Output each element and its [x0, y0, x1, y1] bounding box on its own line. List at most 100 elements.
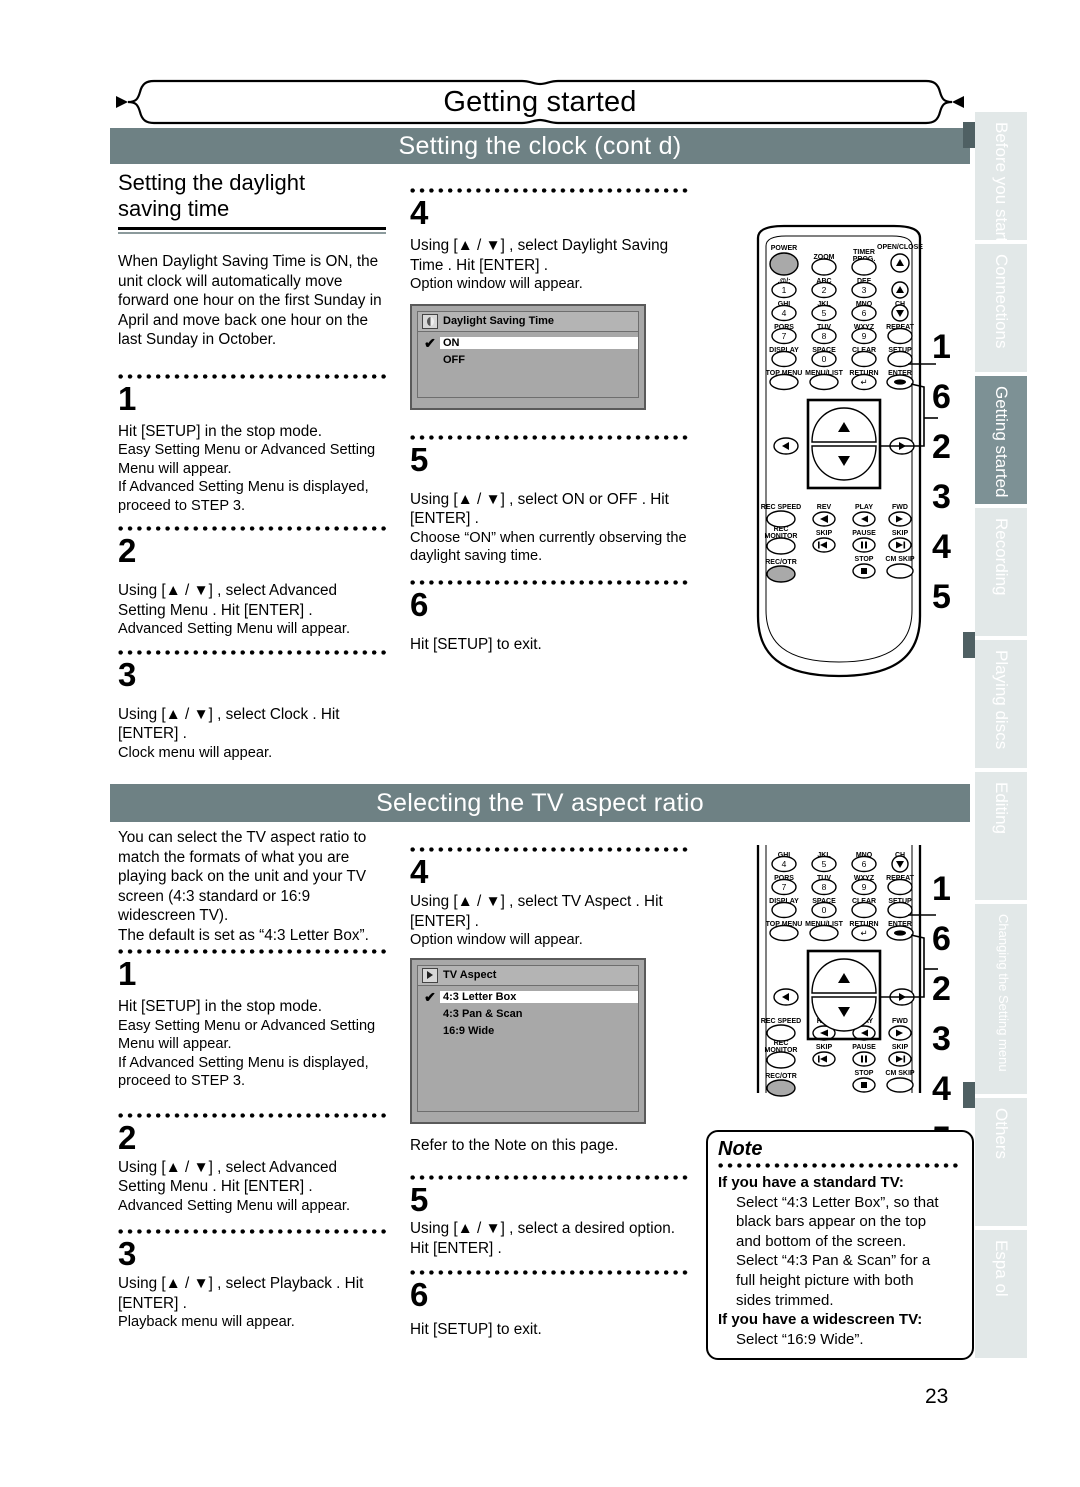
svg-text:6: 6 — [862, 859, 867, 869]
rail-mark — [963, 632, 975, 658]
svg-text:FWD: FWD — [892, 1018, 908, 1025]
svg-text:5: 5 — [822, 308, 827, 318]
tab-editing[interactable]: Editing — [975, 772, 1027, 900]
osd-tv-aspect: TV Aspect ✔ 4:3 Letter Box 4:3 Pan & Sca… — [410, 957, 646, 1124]
osd-title-bar: TV Aspect — [417, 964, 639, 986]
tab-getting-started[interactable]: Getting started — [975, 376, 1027, 504]
svg-text:3: 3 — [862, 285, 867, 295]
svg-text:CM SKIP: CM SKIP — [885, 556, 915, 563]
note-separator — [718, 1161, 962, 1170]
svg-text:REV: REV — [817, 504, 832, 511]
svg-text:PAUSE: PAUSE — [852, 530, 876, 537]
tab-espanol[interactable]: Espa ol — [975, 1230, 1027, 1358]
osd-option-16-9-wide[interactable]: 16:9 Wide — [418, 1023, 638, 1040]
svg-text:SKIP: SKIP — [892, 1044, 909, 1051]
step-separator — [118, 647, 386, 657]
callout-6: 6 — [932, 378, 951, 416]
svg-text:0: 0 — [822, 905, 827, 915]
callout-6: 6 — [932, 920, 951, 958]
osd-option-off[interactable]: OFF — [418, 352, 638, 369]
aspect-refer-note: Refer to the Note on this page. — [410, 1136, 619, 1154]
aspect-step-2-number: 2 — [118, 1118, 137, 1156]
osd-option-pan-scan[interactable]: 4:3 Pan & Scan — [418, 1006, 638, 1023]
note-box: Note If you have a standard TV: Select “… — [706, 1130, 974, 1361]
step-separator — [118, 1227, 386, 1237]
note-line: black bars appear on the top — [736, 1213, 927, 1231]
heading-rule — [118, 227, 386, 234]
note-title: Note — [718, 1138, 763, 1160]
svg-text:REC/OTR: REC/OTR — [765, 559, 797, 566]
remote-control-illustration-top: POWERZOOM TIMERPROG. OPEN/CLOSE .@/:ABCD… — [738, 224, 938, 684]
aspect-step-3-note: Playback menu will appear. — [118, 1314, 295, 1331]
callout-1: 1 — [932, 870, 951, 908]
svg-text:7: 7 — [782, 882, 787, 892]
tab-recording[interactable]: Recording — [975, 508, 1027, 636]
tab-before-you-start[interactable]: Before you start — [975, 112, 1027, 242]
osd-option-on[interactable]: ✔ ON — [418, 335, 638, 352]
dst-step-3-text: Using [▲ / ▼] , select Clock . Hit [ENTE… — [118, 705, 340, 743]
svg-text:REC SPEED: REC SPEED — [761, 504, 801, 511]
note-line: and bottom of the screen. — [736, 1232, 907, 1250]
callout-4: 4 — [932, 528, 951, 566]
step-separator — [410, 186, 690, 195]
play-icon — [422, 967, 438, 983]
tab-connections[interactable]: Connections — [975, 244, 1027, 372]
svg-text:9: 9 — [862, 882, 867, 892]
step-separator — [410, 845, 690, 854]
aspect-step-4-note: Option window will appear. — [410, 932, 583, 948]
svg-text:6: 6 — [862, 308, 867, 318]
section-banner-tv-aspect-ratio: Selecting the TV aspect ratio — [110, 784, 970, 822]
svg-text:POWER: POWER — [771, 245, 797, 252]
aspect-middle-column: 4 Using [▲ / ▼] , select TV Aspect . Hit… — [410, 845, 690, 1340]
remote-svg: POWERZOOM TIMERPROG. OPEN/CLOSE .@/:ABCD… — [756, 224, 938, 678]
dst-step-1-note: Easy Setting Menu or Advanced Setting Me… — [118, 442, 376, 514]
aspect-step-1-note: Easy Setting Menu or Advanced Setting Me… — [118, 1017, 376, 1090]
svg-text:TIMER: TIMER — [853, 249, 875, 256]
step-separator — [118, 947, 386, 956]
callout-2: 2 — [932, 970, 951, 1008]
dst-step-1-number: 1 — [118, 379, 137, 417]
tab-changing-the-setting-menu[interactable]: Changing the Setting menu — [975, 904, 1027, 1094]
dst-step-6-text: Hit [SETUP] to exit. — [410, 635, 542, 653]
svg-text:SKIP: SKIP — [816, 1044, 833, 1051]
svg-text:PLAY: PLAY — [855, 504, 873, 511]
svg-text:↵: ↵ — [860, 377, 867, 387]
clock-icon — [422, 313, 438, 329]
svg-text:4: 4 — [782, 859, 787, 869]
osd-option-letter-box[interactable]: ✔ 4:3 Letter Box — [418, 989, 638, 1006]
step-separator — [118, 524, 386, 534]
dst-step-2-text: Using [▲ / ▼] , select Advanced Setting … — [118, 582, 338, 619]
osd-option-list: ✔ ON OFF — [417, 331, 639, 398]
rail-mark — [963, 1082, 975, 1108]
note-line: Select “4:3 Letter Box”, so that — [736, 1193, 939, 1211]
dst-left-column: Setting the daylight saving time When Da… — [118, 170, 386, 763]
svg-text:OPEN/CLOSE: OPEN/CLOSE — [877, 244, 923, 251]
svg-text:1: 1 — [782, 285, 787, 295]
dst-step-6-number: 6 — [410, 585, 429, 623]
dst-step-4-number: 4 — [410, 194, 429, 231]
svg-text:5: 5 — [822, 859, 827, 869]
svg-text:PAUSE: PAUSE — [852, 1044, 876, 1051]
svg-text:9: 9 — [862, 331, 867, 341]
aspect-step-5-number: 5 — [410, 1181, 429, 1219]
note-line: If you have a widescreen TV: — [718, 1311, 923, 1329]
dst-step-2-note: Advanced Setting Menu will appear. — [118, 621, 351, 638]
tab-others[interactable]: Others — [975, 1098, 1027, 1226]
osd-option-list: ✔ 4:3 Letter Box 4:3 Pan & Scan 16:9 Wid… — [417, 985, 639, 1112]
dst-step-1-text: Hit [SETUP] in the stop mode. — [118, 422, 323, 440]
aspect-step-3-text: Using [▲ / ▼] , select Playback . Hit [E… — [118, 1275, 364, 1312]
svg-text:2: 2 — [822, 285, 827, 295]
callout-3: 3 — [932, 1020, 951, 1058]
svg-text:REC/OTR: REC/OTR — [765, 1073, 797, 1080]
step-separator — [118, 1110, 386, 1120]
aspect-step-5-text: Using [▲ / ▼] , select a desired option.… — [410, 1220, 675, 1257]
dst-step-4-note: Option window will appear. — [410, 276, 583, 292]
check-icon: ✔ — [424, 335, 436, 352]
svg-text:4: 4 — [782, 308, 787, 318]
tab-playing-discs[interactable]: Playing discs — [975, 640, 1027, 768]
dst-subheading: Setting the daylight saving time — [118, 170, 306, 221]
dst-middle-column: 4 Using [▲ / ▼] , select Daylight Saving… — [410, 186, 690, 654]
step-separator — [118, 371, 386, 381]
svg-text:REC SPEED: REC SPEED — [761, 1018, 801, 1025]
svg-text:CM SKIP: CM SKIP — [885, 1070, 915, 1077]
